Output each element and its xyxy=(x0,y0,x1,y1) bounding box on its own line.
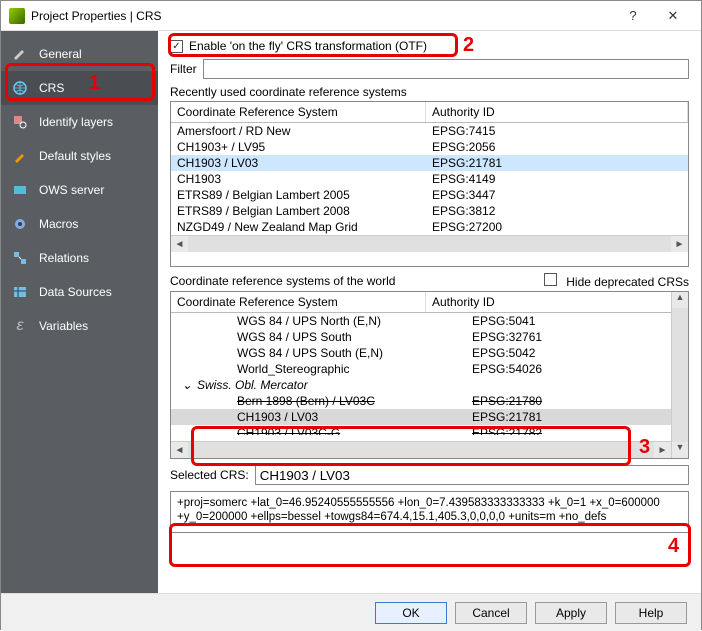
close-button[interactable]: ✕ xyxy=(653,8,693,24)
otf-label: Enable 'on the fly' CRS transformation (… xyxy=(189,39,427,53)
sidebar-item-label: CRS xyxy=(39,81,64,95)
help-button-footer[interactable]: Help xyxy=(615,602,687,624)
titlebar: Project Properties | CRS ? ✕ xyxy=(1,1,701,31)
globe-icon xyxy=(11,79,29,97)
selected-crs-label: Selected CRS: xyxy=(170,468,249,482)
scroll-left-icon[interactable]: ◄ xyxy=(171,445,188,456)
wrench-icon xyxy=(11,45,29,63)
hide-deprecated-label: Hide deprecated CRSs xyxy=(566,275,689,289)
sidebar-item-label: Macros xyxy=(39,217,78,231)
sidebar-item-label: General xyxy=(39,47,82,61)
scroll-up-icon[interactable]: ▲ xyxy=(672,292,688,308)
dialog-footer: OK Cancel Apply Help xyxy=(1,593,701,631)
world-col-crs[interactable]: Coordinate Reference System xyxy=(171,292,426,312)
tree-row[interactable]: World_StereographicEPSG:54026 xyxy=(171,361,671,377)
world-scroll-h[interactable]: ◄ ► xyxy=(171,441,671,458)
tree-row[interactable]: Bern 1898 (Bern) / LV03CEPSG:21780 xyxy=(171,393,671,409)
apply-button[interactable]: Apply xyxy=(535,602,607,624)
recent-col-auth[interactable]: Authority ID xyxy=(426,102,688,122)
sidebar-item-label: Data Sources xyxy=(39,285,112,299)
world-tree[interactable]: Coordinate Reference System Authority ID… xyxy=(170,291,689,459)
recent-row[interactable]: ETRS89 / Belgian Lambert 2005EPSG:3447 xyxy=(171,187,688,203)
table-icon xyxy=(11,283,29,301)
recent-col-crs[interactable]: Coordinate Reference System xyxy=(171,102,426,122)
ok-button[interactable]: OK xyxy=(375,602,447,624)
tree-row[interactable]: WGS 84 / UPS North (E,N)EPSG:5041 xyxy=(171,313,671,329)
recent-header: Coordinate Reference System Authority ID xyxy=(171,102,688,123)
main-panel: ✓ Enable 'on the fly' CRS transformation… xyxy=(158,31,701,593)
recent-label: Recently used coordinate reference syste… xyxy=(170,85,689,99)
app-icon xyxy=(9,8,25,24)
filter-label: Filter xyxy=(170,62,197,76)
recent-row[interactable]: CH1903EPSG:4149 xyxy=(171,171,688,187)
sidebar-item-label: Variables xyxy=(39,319,88,333)
sidebar-item-ows[interactable]: OWS server xyxy=(1,173,158,207)
hide-deprecated-checkbox[interactable] xyxy=(544,273,557,286)
tree-row[interactable]: CH1903 / LV03C-GEPSG:21782 xyxy=(171,425,671,435)
sidebar-item-label: OWS server xyxy=(39,183,104,197)
sidebar: General CRS Identify layers Default styl… xyxy=(1,31,158,593)
tree-row[interactable]: CH1903 / LV03EPSG:21781 xyxy=(171,409,671,425)
sidebar-item-label: Identify layers xyxy=(39,115,113,129)
sidebar-item-macros[interactable]: Macros xyxy=(1,207,158,241)
world-col-auth[interactable]: Authority ID xyxy=(426,292,688,312)
sidebar-item-label: Relations xyxy=(39,251,89,265)
scroll-right-icon[interactable]: ► xyxy=(654,445,671,456)
relations-icon xyxy=(11,249,29,267)
recent-row[interactable]: ETRS89 / Belgian Lambert 2008EPSG:3812 xyxy=(171,203,688,219)
tree-row[interactable]: WGS 84 / UPS SouthEPSG:32761 xyxy=(171,329,671,345)
sidebar-item-relations[interactable]: Relations xyxy=(1,241,158,275)
sidebar-item-identify[interactable]: Identify layers xyxy=(1,105,158,139)
brush-icon xyxy=(11,147,29,165)
recent-row[interactable]: Amersfoort / RD NewEPSG:7415 xyxy=(171,123,688,139)
filter-input[interactable] xyxy=(203,59,689,79)
recent-row[interactable]: NZGD49 / New Zealand Map GridEPSG:27200 xyxy=(171,219,688,235)
gear-icon xyxy=(11,215,29,233)
sidebar-item-variables[interactable]: ε Variables xyxy=(1,309,158,343)
otf-checkbox[interactable]: ✓ xyxy=(170,40,183,53)
world-header: Coordinate Reference System Authority ID xyxy=(171,292,688,313)
sidebar-item-general[interactable]: General xyxy=(1,37,158,71)
help-button[interactable]: ? xyxy=(613,8,653,23)
world-scroll-v[interactable]: ▲ ▼ xyxy=(671,292,688,458)
recent-scroll-h[interactable]: ◄ ► xyxy=(171,235,688,252)
identify-icon xyxy=(11,113,29,131)
tree-group[interactable]: ⌄Swiss. Obl. Mercator xyxy=(171,377,671,393)
sidebar-item-styles[interactable]: Default styles xyxy=(1,139,158,173)
sidebar-item-label: Default styles xyxy=(39,149,111,163)
proj-string: +proj=somerc +lat_0=46.95240555555556 +l… xyxy=(170,491,689,533)
window-title: Project Properties | CRS xyxy=(31,9,613,23)
tree-row[interactable]: WGS 84 / UPS South (E,N)EPSG:5042 xyxy=(171,345,671,361)
world-label: Coordinate reference systems of the worl… xyxy=(170,274,395,288)
cancel-button[interactable]: Cancel xyxy=(455,602,527,624)
scroll-right-icon[interactable]: ► xyxy=(671,239,688,250)
ows-icon xyxy=(11,181,29,199)
sidebar-item-crs[interactable]: CRS xyxy=(1,71,158,105)
epsilon-icon: ε xyxy=(11,317,29,335)
scroll-down-icon[interactable]: ▼ xyxy=(672,442,688,458)
sidebar-item-datasources[interactable]: Data Sources xyxy=(1,275,158,309)
recent-list[interactable]: Coordinate Reference System Authority ID… xyxy=(170,101,689,267)
scroll-left-icon[interactable]: ◄ xyxy=(171,239,188,250)
recent-row[interactable]: CH1903+ / LV95EPSG:2056 xyxy=(171,139,688,155)
recent-row[interactable]: CH1903 / LV03EPSG:21781 xyxy=(171,155,688,171)
selected-crs-field[interactable] xyxy=(255,465,689,485)
